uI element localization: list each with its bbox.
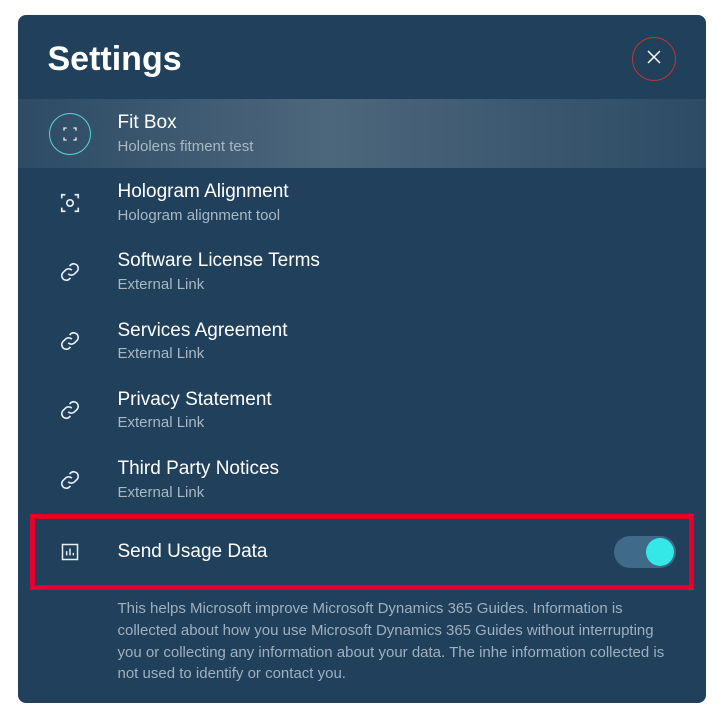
item-icon-wrap — [48, 530, 92, 574]
settings-panel: Settings Fit Box Hololens fitment test — [18, 15, 706, 703]
item-icon-wrap — [48, 388, 92, 432]
usage-data-toggle[interactable] — [614, 536, 676, 568]
settings-item-software-license[interactable]: Software License Terms External Link — [18, 237, 706, 306]
item-text: Fit Box Hololens fitment test — [118, 111, 676, 156]
settings-item-third-party[interactable]: Third Party Notices External Link — [18, 445, 706, 514]
settings-item-hologram-alignment[interactable]: Hologram Alignment Hologram alignment to… — [18, 168, 706, 237]
page-title: Settings — [48, 40, 182, 79]
usage-data-label: Send Usage Data — [118, 541, 614, 563]
alignment-icon — [49, 182, 91, 224]
item-icon-wrap — [48, 181, 92, 225]
usage-data-description: This helps Microsoft improve Microsoft D… — [18, 590, 706, 703]
item-text: Privacy Statement External Link — [118, 388, 676, 433]
item-title: Services Agreement — [118, 319, 676, 344]
settings-list: Fit Box Hololens fitment test Hologram A… — [18, 99, 706, 703]
toggle-knob — [646, 538, 674, 566]
close-icon — [645, 48, 663, 71]
item-subtitle: External Link — [118, 483, 676, 503]
settings-item-services-agreement[interactable]: Services Agreement External Link — [18, 307, 706, 376]
item-title: Software License Terms — [118, 249, 676, 274]
close-button[interactable] — [632, 37, 676, 81]
item-text: Third Party Notices External Link — [118, 457, 676, 502]
item-title: Privacy Statement — [118, 388, 676, 413]
settings-item-fit-box[interactable]: Fit Box Hololens fitment test — [18, 99, 706, 168]
item-subtitle: External Link — [118, 275, 676, 295]
item-subtitle: External Link — [118, 413, 676, 433]
item-subtitle: Hololens fitment test — [118, 137, 676, 157]
item-text: Software License Terms External Link — [118, 249, 676, 294]
item-icon-wrap — [48, 112, 92, 156]
settings-item-privacy-statement[interactable]: Privacy Statement External Link — [18, 376, 706, 445]
chart-icon — [49, 531, 91, 573]
fitbox-icon — [49, 113, 91, 155]
item-icon-wrap — [48, 458, 92, 502]
send-usage-data-row: Send Usage Data — [18, 514, 706, 590]
item-subtitle: External Link — [118, 344, 676, 364]
item-title: Third Party Notices — [118, 457, 676, 482]
panel-header: Settings — [18, 37, 706, 99]
link-icon — [49, 251, 91, 293]
item-text: Hologram Alignment Hologram alignment to… — [118, 180, 676, 225]
link-icon — [49, 389, 91, 431]
link-icon — [49, 320, 91, 362]
item-icon-wrap — [48, 250, 92, 294]
link-icon — [49, 459, 91, 501]
item-subtitle: Hologram alignment tool — [118, 206, 676, 226]
item-text: Services Agreement External Link — [118, 319, 676, 364]
item-title: Fit Box — [118, 111, 676, 136]
item-title: Hologram Alignment — [118, 180, 676, 205]
item-icon-wrap — [48, 319, 92, 363]
